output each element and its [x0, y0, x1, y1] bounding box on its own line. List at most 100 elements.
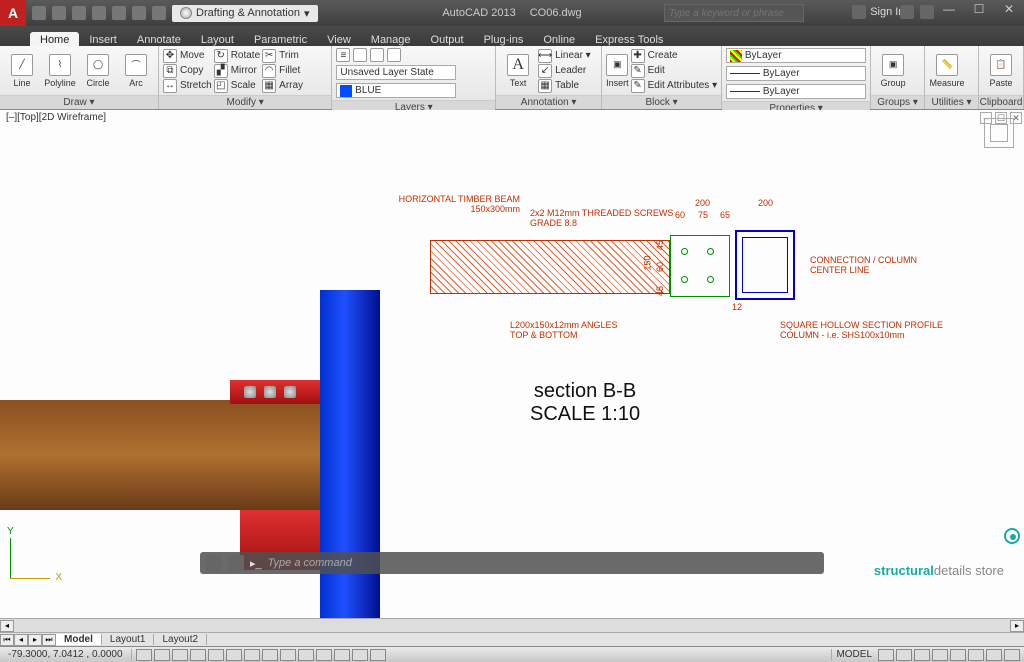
tab-prev-icon[interactable]: ◂	[14, 634, 28, 646]
panel-modify-title[interactable]: Modify ▾	[159, 95, 331, 109]
layer-state-dropdown[interactable]: Unsaved Layer State	[336, 65, 456, 80]
scale-button[interactable]: ◰Scale	[214, 79, 260, 93]
group-button[interactable]: ▣Group	[875, 54, 911, 88]
cmd-options-icon[interactable]	[228, 555, 244, 571]
maximize-button[interactable]: ☐	[964, 0, 994, 18]
stretch-button[interactable]: ↔Stretch	[163, 79, 212, 93]
qp-toggle-icon[interactable]	[334, 649, 350, 661]
status-clean-icon[interactable]	[1004, 649, 1020, 661]
tab-parametric[interactable]: Parametric	[244, 32, 317, 46]
status-grid-icon[interactable]	[878, 649, 894, 661]
lineweight-dropdown[interactable]: ByLayer	[726, 84, 866, 99]
horizontal-scrollbar[interactable]: ◂ ▸	[0, 618, 1024, 632]
circle-button[interactable]: ◯Circle	[80, 54, 116, 88]
scroll-left-icon[interactable]: ◂	[0, 620, 14, 632]
view-cube[interactable]	[984, 118, 1014, 148]
polyline-button[interactable]: ⌇Polyline	[42, 54, 78, 88]
am-toggle-icon[interactable]	[370, 649, 386, 661]
status-isolate-icon[interactable]	[986, 649, 1002, 661]
viewport-label[interactable]: [–][Top][2D Wireframe]	[6, 112, 106, 123]
qat-plot-icon[interactable]	[112, 6, 126, 20]
qat-open-icon[interactable]	[52, 6, 66, 20]
measure-button[interactable]: 📏Measure	[929, 54, 965, 88]
3dosnap-toggle-icon[interactable]	[226, 649, 242, 661]
line-button[interactable]: ╱Line	[4, 54, 40, 88]
panel-annotation-title[interactable]: Annotation ▾	[496, 95, 601, 109]
leader-button[interactable]: ↙Leader	[538, 64, 591, 78]
osnap-toggle-icon[interactable]	[208, 649, 224, 661]
mirror-button[interactable]: ▞Mirror	[214, 64, 260, 78]
create-block-button[interactable]: ✚Create	[631, 49, 718, 63]
help-icon[interactable]	[920, 5, 934, 19]
tab-expresstools[interactable]: Express Tools	[585, 32, 673, 46]
edit-block-button[interactable]: ✎Edit	[631, 64, 718, 78]
tab-online[interactable]: Online	[533, 32, 585, 46]
ortho-toggle-icon[interactable]	[172, 649, 188, 661]
tab-manage[interactable]: Manage	[361, 32, 421, 46]
insert-button[interactable]: ▣Insert	[606, 54, 629, 88]
qat-undo-icon[interactable]	[132, 6, 146, 20]
paste-button[interactable]: 📋Paste	[983, 54, 1019, 88]
move-button[interactable]: ✥Move	[163, 49, 212, 63]
cmd-close-icon[interactable]	[206, 555, 222, 571]
tab-view[interactable]: View	[317, 32, 361, 46]
tpy-toggle-icon[interactable]	[316, 649, 332, 661]
tab-output[interactable]: Output	[421, 32, 474, 46]
lwt-toggle-icon[interactable]	[298, 649, 314, 661]
qat-saveas-icon[interactable]	[92, 6, 106, 20]
qat-redo-icon[interactable]	[152, 6, 166, 20]
minimize-button[interactable]: —	[934, 0, 964, 18]
layer-current-dropdown[interactable]: BLUE	[336, 83, 456, 98]
panel-utilities-title[interactable]: Utilities ▾	[925, 95, 978, 109]
status-lock-icon[interactable]	[950, 649, 966, 661]
snap-toggle-icon[interactable]	[136, 649, 152, 661]
table-button[interactable]: ▦Table	[538, 79, 591, 93]
linetype-dropdown[interactable]: ByLayer	[726, 66, 866, 81]
array-button[interactable]: ▦Array	[262, 79, 303, 93]
exchange-icon[interactable]	[900, 5, 914, 19]
tab-plugins[interactable]: Plug-ins	[474, 32, 534, 46]
layer-states-icon[interactable]	[353, 48, 367, 62]
grid-toggle-icon[interactable]	[154, 649, 170, 661]
layout-tab-model[interactable]: Model	[56, 634, 102, 645]
layer-uniso-icon[interactable]	[387, 48, 401, 62]
edit-attr-button[interactable]: ✎Edit Attributes ▾	[631, 79, 718, 93]
panel-block-title[interactable]: Block ▾	[602, 95, 721, 109]
tab-annotate[interactable]: Annotate	[127, 32, 191, 46]
linear-dim-button[interactable]: ⟷Linear ▾	[538, 49, 591, 63]
text-button[interactable]: AText	[500, 54, 536, 88]
polar-toggle-icon[interactable]	[190, 649, 206, 661]
status-annoscale-icon[interactable]	[914, 649, 930, 661]
sc-toggle-icon[interactable]	[352, 649, 368, 661]
qat-save-icon[interactable]	[72, 6, 86, 20]
tab-home[interactable]: Home	[30, 32, 79, 46]
panel-draw-title[interactable]: Draw ▾	[0, 95, 158, 109]
status-hardware-icon[interactable]	[968, 649, 984, 661]
scroll-right-icon[interactable]: ▸	[1010, 620, 1024, 632]
arc-button[interactable]: ⌒Arc	[118, 54, 154, 88]
copy-button[interactable]: ⧉Copy	[163, 64, 212, 78]
search-input[interactable]	[664, 4, 804, 22]
status-scale-icon[interactable]	[896, 649, 912, 661]
layer-props-icon[interactable]: ≡	[336, 48, 350, 62]
rotate-button[interactable]: ↻Rotate	[214, 49, 260, 63]
color-dropdown[interactable]: ByLayer	[726, 48, 866, 63]
close-button[interactable]: ✕	[994, 0, 1024, 18]
tab-layout[interactable]: Layout	[191, 32, 244, 46]
layer-iso-icon[interactable]	[370, 48, 384, 62]
trim-button[interactable]: ✂Trim	[262, 49, 303, 63]
layout-tab-layout1[interactable]: Layout1	[102, 634, 155, 645]
tab-next-icon[interactable]: ▸	[28, 634, 42, 646]
fillet-button[interactable]: ◠Fillet	[262, 64, 303, 78]
command-line[interactable]: ▸_ Type a command	[200, 552, 824, 574]
app-logo[interactable]: A	[0, 0, 26, 26]
status-workspace-icon[interactable]	[932, 649, 948, 661]
layout-tab-layout2[interactable]: Layout2	[154, 634, 207, 645]
model-space-button[interactable]: MODEL	[831, 649, 876, 660]
otrack-toggle-icon[interactable]	[244, 649, 260, 661]
ducs-toggle-icon[interactable]	[262, 649, 278, 661]
dyn-toggle-icon[interactable]	[280, 649, 296, 661]
coordinates-readout[interactable]: -79.3000, 7.0412 , 0.0000	[0, 649, 132, 660]
tab-first-icon[interactable]: ⏮	[0, 634, 14, 646]
workspace-switcher[interactable]: Drafting & Annotation ▾	[172, 5, 318, 22]
